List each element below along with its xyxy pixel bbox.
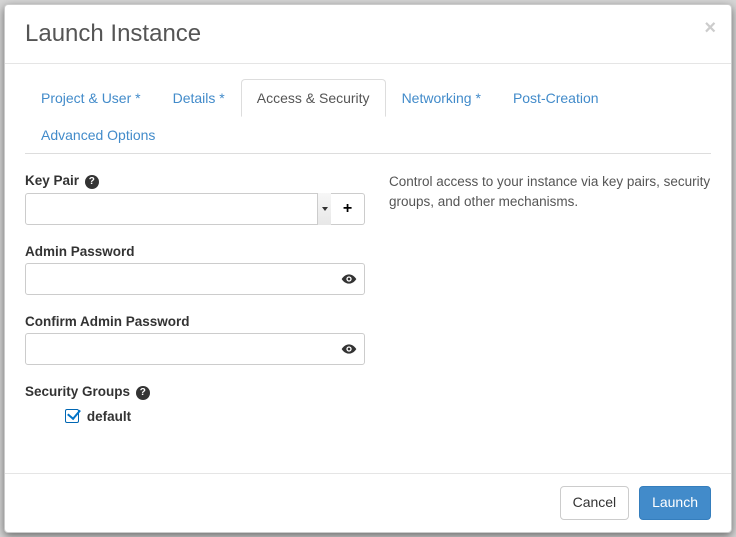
launch-button[interactable]: Launch bbox=[639, 486, 711, 520]
launch-instance-modal: Launch Instance × Project & User * Detai… bbox=[4, 4, 732, 533]
security-group-name: default bbox=[87, 409, 131, 424]
modal-body: Project & User * Details * Access & Secu… bbox=[5, 64, 731, 473]
modal-footer: Cancel Launch bbox=[5, 473, 731, 532]
form-column: Key Pair ? + Admin Password bbox=[25, 172, 365, 442]
chevron-down-icon[interactable] bbox=[317, 193, 331, 225]
key-pair-select[interactable] bbox=[25, 193, 331, 225]
confirm-admin-password-input[interactable] bbox=[25, 333, 365, 365]
tab-networking[interactable]: Networking * bbox=[386, 79, 497, 117]
key-pair-label: Key Pair ? bbox=[25, 173, 99, 189]
help-icon[interactable]: ? bbox=[136, 386, 150, 400]
admin-password-input[interactable] bbox=[25, 263, 365, 295]
checkbox-checked-icon[interactable] bbox=[65, 409, 79, 423]
add-key-pair-button[interactable]: + bbox=[331, 193, 365, 225]
confirm-admin-password-group: Confirm Admin Password bbox=[25, 313, 365, 365]
modal-header: Launch Instance × bbox=[5, 5, 731, 64]
key-pair-group: Key Pair ? + bbox=[25, 172, 365, 225]
modal-title: Launch Instance bbox=[25, 20, 711, 48]
description-text: Control access to your instance via key … bbox=[389, 172, 711, 211]
security-group-item[interactable]: default bbox=[25, 408, 365, 424]
tabs: Project & User * Details * Access & Secu… bbox=[25, 79, 711, 154]
cancel-button[interactable]: Cancel bbox=[560, 486, 630, 520]
close-icon[interactable]: × bbox=[704, 17, 716, 40]
eye-icon[interactable] bbox=[341, 271, 357, 287]
tab-access-security[interactable]: Access & Security bbox=[241, 79, 386, 117]
tab-details[interactable]: Details * bbox=[157, 79, 241, 117]
security-groups-label: Security Groups ? bbox=[25, 384, 150, 400]
help-icon[interactable]: ? bbox=[85, 175, 99, 189]
tab-post-creation[interactable]: Post-Creation bbox=[497, 79, 615, 117]
description-column: Control access to your instance via key … bbox=[365, 172, 711, 442]
key-pair-input-group: + bbox=[25, 193, 365, 225]
tab-advanced-options[interactable]: Advanced Options bbox=[25, 116, 171, 154]
tab-project-user[interactable]: Project & User * bbox=[25, 79, 157, 117]
security-groups-group: Security Groups ? default bbox=[25, 383, 365, 424]
admin-password-group: Admin Password bbox=[25, 243, 365, 295]
form-row: Key Pair ? + Admin Password bbox=[25, 172, 711, 442]
eye-icon[interactable] bbox=[341, 341, 357, 357]
confirm-admin-password-label: Confirm Admin Password bbox=[25, 314, 190, 329]
admin-password-label: Admin Password bbox=[25, 244, 135, 259]
